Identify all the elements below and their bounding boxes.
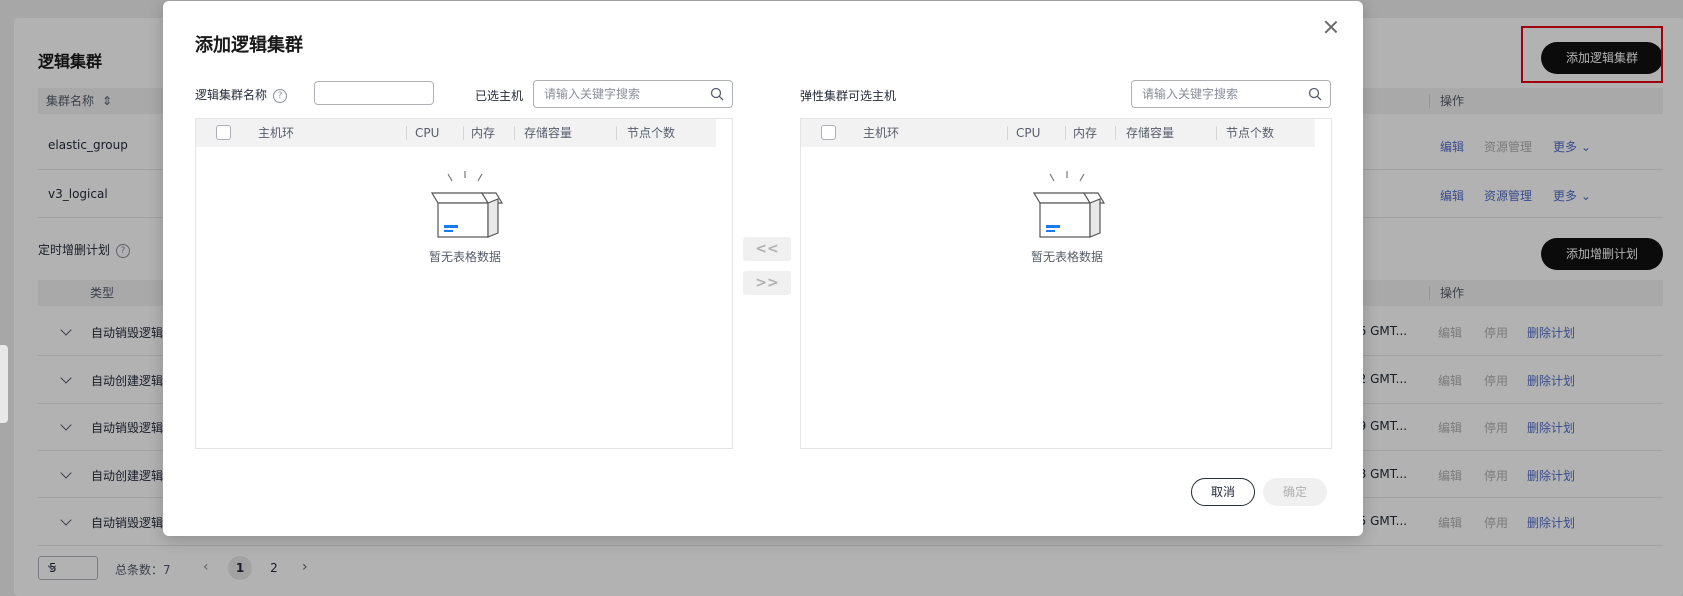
header-host-ring: 主机环 bbox=[258, 126, 295, 140]
select-all-checkbox[interactable] bbox=[216, 125, 231, 140]
table-header: 主机环 CPU 内存 存储容量 节点个数 bbox=[801, 119, 1315, 147]
header-cpu: CPU bbox=[1016, 126, 1041, 140]
available-hosts-search-input[interactable] bbox=[1142, 85, 1302, 103]
dialog-title: 添加逻辑集群 bbox=[195, 35, 303, 56]
available-hosts-label: 弹性集群可选主机 bbox=[800, 89, 897, 103]
header-storage: 存储容量 bbox=[524, 126, 573, 140]
empty-text: 暂无表格数据 bbox=[1030, 250, 1103, 264]
cluster-name-label: 逻辑集群名称? bbox=[195, 86, 288, 103]
header-memory: 内存 bbox=[471, 126, 496, 140]
select-all-checkbox[interactable] bbox=[821, 125, 836, 140]
move-right-button[interactable]: >> bbox=[743, 271, 791, 295]
header-cpu: CPU bbox=[415, 126, 440, 140]
available-hosts-search[interactable] bbox=[1131, 80, 1331, 108]
selected-hosts-search[interactable] bbox=[533, 80, 733, 108]
search-icon[interactable] bbox=[710, 87, 724, 101]
empty-box-icon bbox=[1032, 171, 1106, 238]
empty-state: 暂无表格数据 bbox=[405, 169, 525, 265]
add-logical-cluster-dialog: 添加逻辑集群 逻辑集群名称? 已选主机 弹性集群可选主机 主机环 CPU 内存 … bbox=[163, 1, 1363, 536]
cancel-button[interactable]: 取消 bbox=[1191, 478, 1255, 506]
selected-hosts-label: 已选主机 bbox=[475, 89, 524, 103]
close-icon[interactable] bbox=[1323, 19, 1339, 35]
selected-hosts-search-input[interactable] bbox=[544, 85, 704, 103]
available-hosts-table: 主机环 CPU 内存 存储容量 节点个数 暂无表格数据 bbox=[800, 118, 1332, 449]
empty-text: 暂无表格数据 bbox=[428, 250, 501, 264]
header-node-count: 节点个数 bbox=[627, 126, 676, 140]
search-icon[interactable] bbox=[1308, 87, 1322, 101]
header-host-ring: 主机环 bbox=[863, 126, 900, 140]
empty-state: 暂无表格数据 bbox=[1007, 169, 1127, 265]
confirm-button[interactable]: 确定 bbox=[1263, 478, 1327, 506]
empty-box-icon bbox=[430, 171, 504, 238]
header-storage: 存储容量 bbox=[1126, 126, 1175, 140]
side-collapse-tab[interactable] bbox=[0, 345, 8, 423]
header-memory: 内存 bbox=[1073, 126, 1098, 140]
table-header: 主机环 CPU 内存 存储容量 节点个数 bbox=[196, 119, 716, 147]
selected-hosts-table: 主机环 CPU 内存 存储容量 节点个数 暂无表格数据 bbox=[195, 118, 733, 449]
help-icon[interactable]: ? bbox=[273, 88, 288, 103]
header-node-count: 节点个数 bbox=[1226, 126, 1275, 140]
cluster-name-input[interactable] bbox=[314, 81, 434, 105]
move-left-button[interactable]: << bbox=[743, 237, 791, 261]
